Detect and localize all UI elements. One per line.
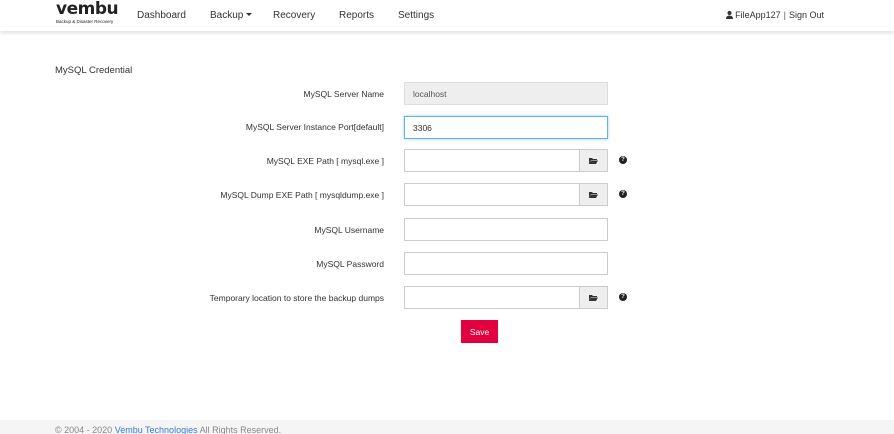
user-area: FileApp127 | Sign Out — [726, 10, 824, 20]
temp-location-help-icon[interactable]: ? — [619, 293, 627, 301]
vembu-logo[interactable]: vembu Backup & Disaster Recovery — [56, 1, 128, 27]
temp-location-field[interactable] — [404, 286, 580, 309]
user-icon — [726, 11, 734, 19]
username-field[interactable] — [404, 218, 608, 241]
username-label[interactable]: FileApp127 — [735, 10, 781, 20]
footer-company-link[interactable]: Vembu Technologies — [115, 425, 198, 434]
section-title: MySQL Credential — [55, 65, 133, 76]
footer-prefix: © 2004 - 2020 — [55, 425, 115, 434]
password-label: MySQL Password — [316, 259, 384, 269]
chevron-down-icon — [246, 13, 253, 16]
logo-wordmark: vembu — [56, 0, 119, 19]
nav-backup[interactable]: Backup — [210, 10, 253, 21]
footer-copyright: © 2004 - 2020 Vembu Technologies All Rig… — [55, 425, 281, 434]
folder-open-icon — [589, 192, 598, 198]
folder-open-icon — [589, 295, 598, 301]
exe-path-browse-button[interactable] — [579, 149, 608, 172]
exe-path-field[interactable] — [404, 149, 580, 172]
nav-dashboard[interactable]: Dashboard — [137, 10, 186, 21]
nav-reports[interactable]: Reports — [339, 10, 374, 21]
dump-path-browse-button[interactable] — [579, 183, 608, 206]
username-field-label: MySQL Username — [314, 225, 384, 235]
logo-tagline: Backup & Disaster Recovery — [56, 19, 114, 24]
nav-recovery[interactable]: Recovery — [273, 10, 315, 21]
server-name-label: MySQL Server Name — [303, 89, 384, 99]
footer: © 2004 - 2020 Vembu Technologies All Rig… — [0, 420, 894, 434]
user-separator: | — [783, 10, 786, 20]
exe-path-help-icon[interactable]: ? — [619, 156, 627, 164]
exe-path-label: MySQL EXE Path [ mysql.exe ] — [266, 156, 384, 166]
dump-path-help-icon[interactable]: ? — [619, 190, 627, 198]
footer-suffix: All Rights Reserved. — [197, 425, 282, 434]
port-field[interactable]: 3306 — [404, 116, 608, 139]
top-navbar: vembu Backup & Disaster Recovery Dashboa… — [0, 0, 894, 31]
temp-location-browse-button[interactable] — [579, 286, 608, 309]
password-field[interactable] — [404, 252, 608, 275]
folder-open-icon — [589, 158, 598, 164]
nav-backup-label: Backup — [210, 10, 244, 21]
port-label: MySQL Server Instance Port[default] — [245, 122, 384, 132]
server-name-field[interactable]: localhost — [404, 82, 608, 105]
dump-path-label: MySQL Dump EXE Path [ mysqldump.exe ] — [220, 190, 384, 200]
nav-settings[interactable]: Settings — [398, 10, 434, 21]
save-button[interactable]: Save — [461, 320, 498, 343]
dump-path-field[interactable] — [404, 183, 580, 206]
sign-out-link[interactable]: Sign Out — [789, 10, 824, 20]
temp-location-label: Temporary location to store the backup d… — [209, 293, 384, 303]
